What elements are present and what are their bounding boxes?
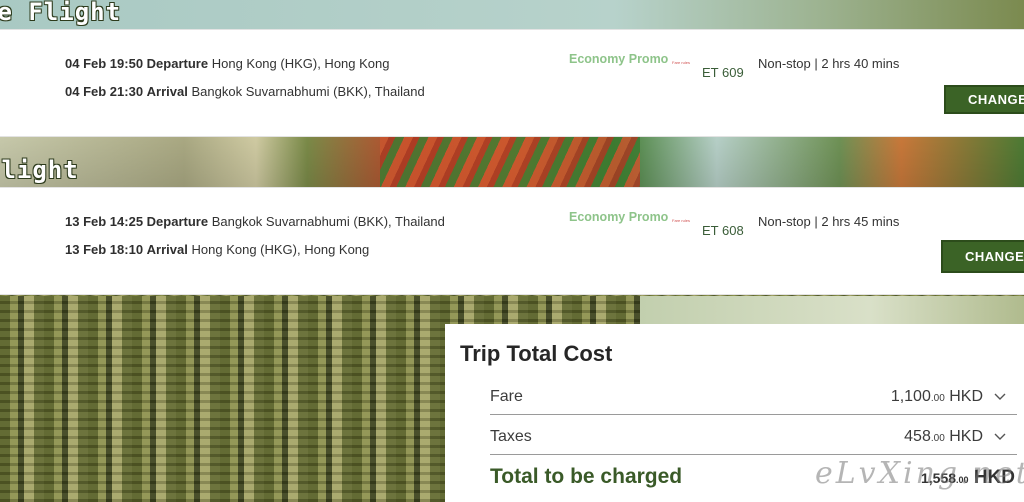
fare-currency: HKD: [949, 388, 983, 405]
return-arrival-place: Hong Kong (HKG), Hong Kong: [191, 242, 370, 257]
return-change-button[interactable]: CHANGE: [941, 240, 1024, 273]
return-flight-card: 13 Feb 14:25 Departure Bangkok Suvarnabh…: [0, 187, 1024, 295]
return-arrival-label: Arrival: [146, 242, 188, 257]
return-departure-datetime: 13 Feb 14:25: [65, 214, 144, 229]
outbound-departure-label: Departure: [146, 56, 209, 71]
outbound-flight-number: ET 609: [702, 65, 744, 80]
taxes-label: Taxes: [490, 428, 532, 445]
taxes-row[interactable]: Taxes 458.00 HKD: [490, 416, 1017, 455]
return-departure-place: Bangkok Suvarnabhumi (BKK), Thailand: [211, 214, 445, 229]
outbound-fare-class: Economy Promo: [569, 52, 669, 66]
return-fare-class: Economy Promo: [569, 210, 669, 224]
taxes-value: 458.00 HKD: [904, 428, 983, 446]
outbound-flight-card: 04 Feb 19:50 Departure Hong Kong (HKG), …: [0, 29, 1024, 137]
outbound-section-title: re Flight: [0, 0, 122, 26]
outbound-fare-rules-link[interactable]: Fare rules: [672, 60, 690, 65]
background-roof-tiles: [380, 137, 640, 187]
taxes-amount: 458: [904, 428, 931, 445]
return-flight-number: ET 608: [702, 223, 744, 238]
background-sky-bottom: [640, 296, 1024, 326]
chevron-down-icon[interactable]: [993, 430, 1007, 444]
outbound-departure-place: Hong Kong (HKG), Hong Kong: [211, 56, 390, 71]
return-arrival-row: 13 Feb 18:10 Arrival Hong Kong (HKG), Ho…: [65, 242, 369, 257]
return-stops-duration: Non-stop | 2 hrs 45 mins: [758, 214, 900, 229]
fare-value: 1,100.00 HKD: [891, 388, 983, 406]
return-departure-row: 13 Feb 14:25 Departure Bangkok Suvarnabh…: [65, 214, 445, 229]
outbound-arrival-datetime: 04 Feb 21:30: [65, 84, 144, 99]
outbound-departure-datetime: 04 Feb 19:50: [65, 56, 144, 71]
trip-cost-title: Trip Total Cost: [460, 341, 613, 366]
outbound-stops-duration: Non-stop | 2 hrs 40 mins: [758, 56, 900, 71]
return-departure-label: Departure: [146, 214, 209, 229]
fare-label: Fare: [490, 388, 523, 405]
taxes-decimals: .00: [930, 433, 945, 444]
watermark: eLvXing.net: [815, 456, 1024, 491]
return-section-title: Flight: [0, 156, 79, 184]
chevron-down-icon[interactable]: [993, 390, 1007, 404]
fare-amount: 1,100: [890, 388, 931, 405]
background-sky-top: [0, 0, 1024, 30]
outbound-arrival-place: Bangkok Suvarnabhumi (BKK), Thailand: [191, 84, 425, 99]
fare-row[interactable]: Fare 1,100.00 HKD: [490, 376, 1017, 415]
total-label: Total to be charged: [490, 465, 683, 488]
fare-decimals: .00: [930, 393, 945, 404]
outbound-change-button[interactable]: CHANGE: [944, 85, 1024, 114]
outbound-departure-row: 04 Feb 19:50 Departure Hong Kong (HKG), …: [65, 56, 390, 71]
outbound-arrival-label: Arrival: [146, 84, 188, 99]
return-fare-rules-link[interactable]: Fare rules: [672, 218, 690, 223]
taxes-currency: HKD: [949, 428, 983, 445]
return-arrival-datetime: 13 Feb 18:10: [65, 242, 144, 257]
outbound-arrival-row: 04 Feb 21:30 Arrival Bangkok Suvarnabhum…: [65, 84, 425, 99]
